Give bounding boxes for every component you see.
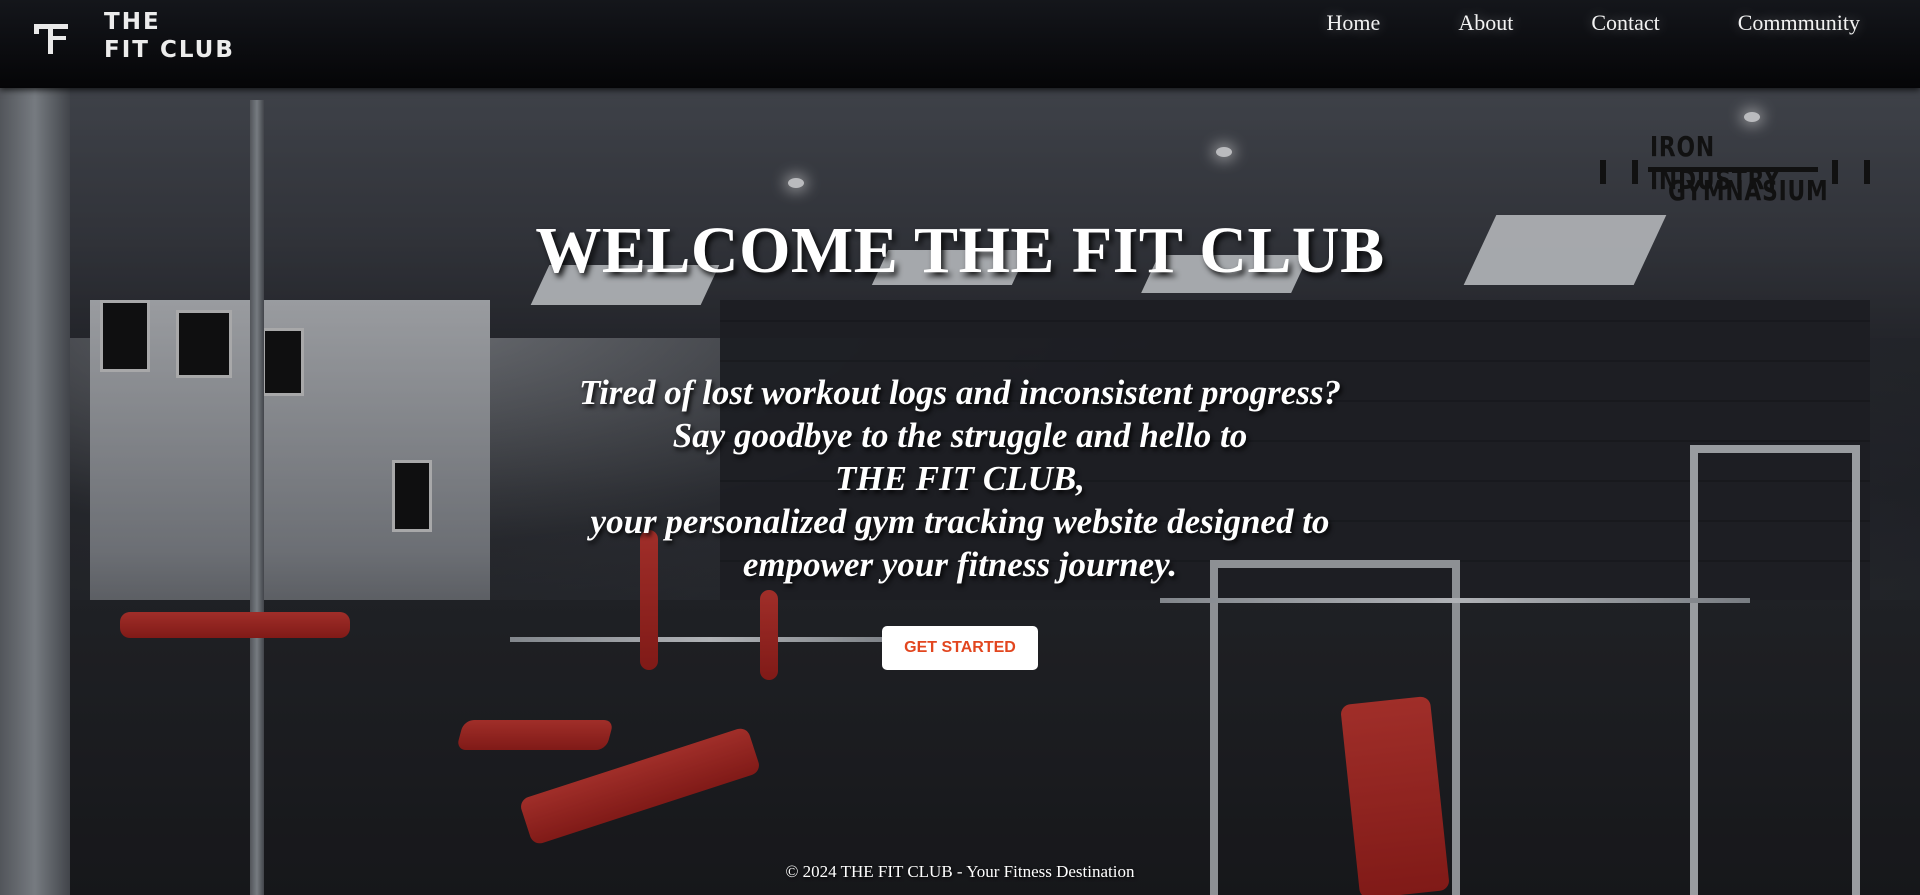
nav-link-about[interactable]: About (1458, 10, 1513, 36)
main-nav: Home About Contact Commmunity (1327, 10, 1860, 36)
hero-section: WELCOME THE FIT CLUB Tired of lost worko… (0, 88, 1920, 670)
tagline-line: Tired of lost workout logs and inconsist… (578, 373, 1342, 412)
page-footer: © 2024 THE FIT CLUB - Your Fitness Desti… (0, 862, 1920, 882)
hero-tagline: Tired of lost workout logs and inconsist… (0, 371, 1920, 586)
tagline-line: Say goodbye to the struggle and hello to (672, 416, 1248, 455)
brand-logo[interactable]: THE FIT CLUB (30, 8, 235, 64)
hero-title: WELCOME THE FIT CLUB (535, 214, 1385, 287)
brand-name-line2: FIT CLUB (104, 37, 235, 63)
nav-link-community[interactable]: Commmunity (1738, 10, 1860, 36)
tagline-line: empower your fitness journey. (742, 545, 1178, 584)
nav-link-contact[interactable]: Contact (1591, 10, 1659, 36)
nav-link-home[interactable]: Home (1327, 10, 1381, 36)
top-navbar: THE FIT CLUB Home About Contact Commmuni… (0, 0, 1920, 88)
tagline-line: your personalized gym tracking website d… (590, 502, 1330, 541)
tagline-line: THE FIT CLUB, (835, 459, 1085, 498)
get-started-button[interactable]: GET STARTED (882, 626, 1038, 670)
footer-copyright: © 2024 THE FIT CLUB - Your Fitness Desti… (785, 862, 1135, 881)
fit-club-logo-icon (30, 16, 76, 62)
page: IRON INDUSTRY GYMNASIUM THE FIT CLUB Hom… (0, 0, 1920, 895)
brand-name: THE FIT CLUB (104, 8, 235, 64)
brand-name-line1: THE (104, 9, 161, 35)
